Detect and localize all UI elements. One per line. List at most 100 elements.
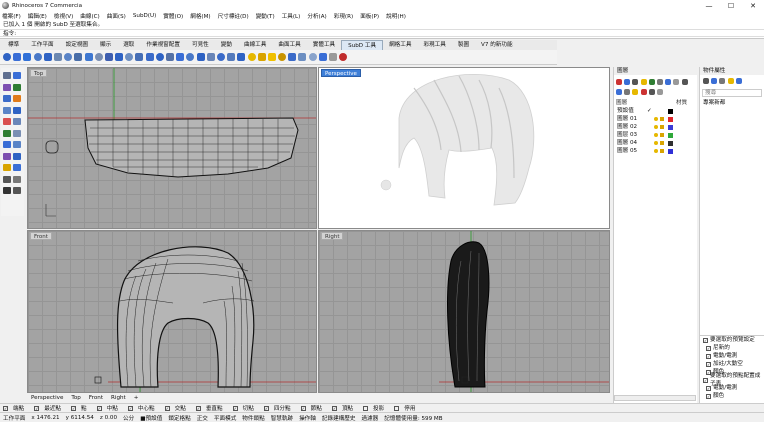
command-text[interactable] [16,30,764,36]
layer-row[interactable]: 圖層 01 [614,115,697,123]
layers-scrollbar[interactable] [614,395,696,401]
lock-icon[interactable] [660,125,664,129]
viewport-label-top[interactable]: Top [30,69,48,77]
subd-tool-icon[interactable] [318,53,327,61]
layer-color-swatch[interactable] [668,116,673,122]
osnap-option[interactable]: ✓ 最近點 [34,404,66,412]
subd-tool-icon[interactable] [74,53,83,61]
preview-section2-title[interactable]: ✓ 要選取的預點配置成子表 [700,373,764,387]
status-item[interactable]: 平面模式 [214,414,236,422]
left-tool-icon[interactable] [3,164,11,171]
layer-tool-icon[interactable] [616,79,622,85]
subd-tool-icon[interactable] [186,53,195,61]
layer-color-swatch[interactable] [668,148,673,154]
subd-tool-icon[interactable] [216,53,225,61]
menu-item[interactable]: 檢視(V) [54,12,73,20]
status-item[interactable]: 正交 [197,414,208,422]
layer-tool-icon[interactable] [648,89,655,95]
visibility-bulb-icon[interactable] [654,125,658,129]
osnap-checkbox[interactable]: ✓ [71,405,76,411]
property-tool-icon[interactable] [727,78,734,84]
subd-tool-icon[interactable] [135,53,144,61]
layer-tool-icon[interactable] [665,79,672,85]
left-tool-icon[interactable] [13,152,21,160]
subd-tool-icon[interactable] [329,53,337,61]
layer-tool-icon[interactable] [640,79,647,85]
subd-tool-icon[interactable] [84,53,93,61]
menu-item[interactable]: SubD(U) [133,13,156,19]
left-tool-icon[interactable] [3,95,11,102]
toolbar-tab[interactable]: 工作平面 [25,40,59,50]
menu-item[interactable]: 檔案(F) [2,12,21,20]
viewport-tab[interactable]: Top [71,395,80,401]
maximize-button[interactable]: ☐ [720,2,742,10]
osnap-option[interactable]: ✓ 頂點 [331,404,358,412]
subd-tool-icon[interactable] [176,53,185,61]
viewport-tab[interactable]: Perspective [31,395,63,401]
left-tool-icon[interactable] [3,72,11,79]
menu-item[interactable]: 曲線(C) [80,12,99,20]
left-tool-icon[interactable] [13,187,21,194]
subd-tool-icon[interactable] [339,53,348,61]
toolbar-tab[interactable]: 作業視窗配置 [140,40,186,50]
subd-tool-icon[interactable] [288,53,297,61]
subd-tool-icon[interactable] [13,53,22,61]
properties-search-input[interactable]: 搜尋 [702,89,762,97]
osnap-option[interactable]: ✓ 中點 [96,404,123,412]
viewport-tab[interactable]: Right [111,395,126,401]
osnap-checkbox[interactable]: ✓ [263,405,269,411]
visibility-bulb-icon[interactable] [654,149,658,153]
toolbar-tab[interactable]: 標準 [2,40,25,50]
menu-item[interactable]: 曲面(S) [107,12,126,20]
toolbar-tab[interactable]: 曲線工具 [238,40,272,50]
left-tool-icon[interactable] [13,175,21,183]
left-tool-icon[interactable] [3,83,11,91]
subd-tool-icon[interactable] [267,53,276,61]
menu-item[interactable]: 說明(H) [386,12,406,20]
viewport-label-front[interactable]: Front [30,232,52,240]
left-tool-icon[interactable] [3,175,11,183]
lock-icon[interactable] [660,141,664,145]
left-tool-icon[interactable] [13,118,21,125]
status-item[interactable]: 記憶體使用量: 599 MB [384,414,442,422]
layer-tool-icon[interactable] [632,79,639,85]
layer-row[interactable]: 圖層 05 [614,147,697,155]
preview-option[interactable]: ✓ 顏色 [700,392,764,400]
subd-tool-icon[interactable] [308,53,317,61]
subd-tool-icon[interactable] [43,53,52,61]
left-tool-icon[interactable] [3,118,11,125]
osnap-option[interactable]: 投影 [363,404,389,412]
toolbar-tab[interactable]: 設定視圖 [60,40,94,50]
osnap-checkbox[interactable]: ✓ [96,405,102,411]
left-tool-icon[interactable] [13,83,21,91]
checkbox[interactable]: ✓ [706,361,711,367]
osnap-option[interactable]: ✓ 節點 [300,404,327,412]
layer-row[interactable]: 圖層 02 [614,123,697,131]
layer-tool-icon[interactable] [616,89,622,95]
status-item[interactable]: 鎖定格點 [168,414,190,422]
subd-tool-icon[interactable] [298,53,307,61]
osnap-checkbox[interactable] [394,405,400,411]
checkbox[interactable]: ✓ [706,393,711,399]
add-viewport-tab-icon[interactable]: + [134,395,139,401]
command-input[interactable]: 指令: [0,29,764,37]
subd-tool-icon[interactable] [64,53,73,61]
left-tool-icon[interactable] [13,164,21,171]
close-button[interactable]: ✕ [742,2,764,10]
subd-tool-icon[interactable] [257,53,266,61]
subd-tool-icon[interactable] [166,53,174,61]
left-tool-icon[interactable] [13,106,21,114]
layer-tool-icon[interactable] [640,89,647,95]
toolbar-tab[interactable]: 可見性 [186,40,215,50]
subd-tool-icon[interactable] [53,53,62,61]
osnap-option[interactable]: ✓ 中心點 [127,404,160,412]
left-tool-icon[interactable] [13,129,21,137]
osnap-checkbox[interactable]: ✓ [164,405,170,411]
subd-tool-icon[interactable] [94,53,103,61]
left-tool-icon[interactable] [13,141,21,148]
layer-row[interactable]: 圖層 04 [614,139,697,147]
osnap-option[interactable]: ✓ 交點 [164,404,191,412]
status-item[interactable]: 操作軸 [299,414,316,422]
subd-tool-icon[interactable] [227,53,236,61]
property-tool-icon[interactable] [719,78,726,84]
